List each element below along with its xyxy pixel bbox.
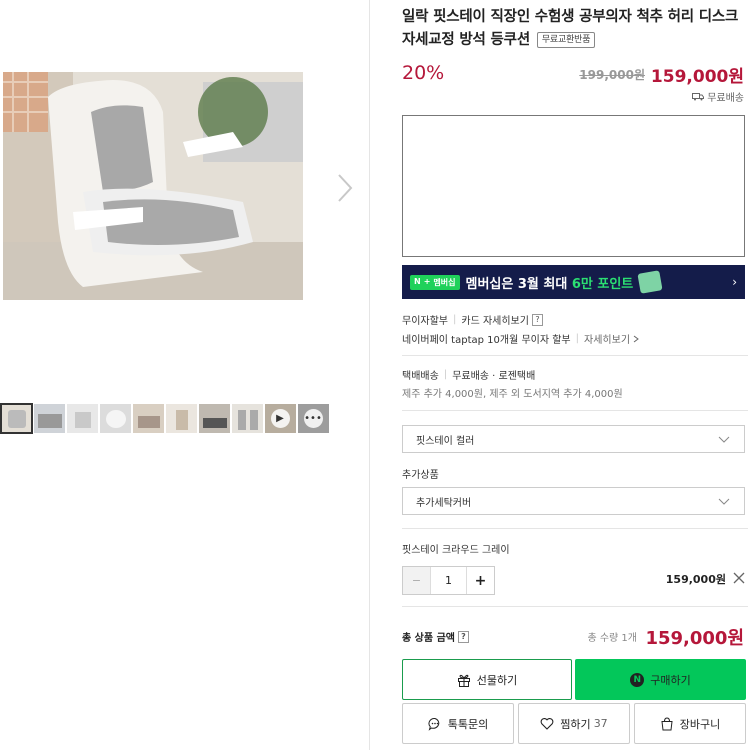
wishlist-button[interactable]: 찜하기 37 <box>518 703 630 744</box>
membership-banner[interactable]: N + 멤버십 멤버십은 3월 최대 6만 포인트 › <box>402 265 745 299</box>
banner-arrow-icon: › <box>732 275 737 289</box>
quantity-stepper: − 1 + <box>402 566 495 595</box>
gift-button[interactable]: 선물하기 <box>402 659 572 700</box>
naver-pay-icon: N <box>630 672 645 687</box>
total-label: 총 상품 금액 ? <box>402 629 469 644</box>
wishlist-count: 37 <box>593 717 608 730</box>
gift-button-label: 선물하기 <box>476 673 518 687</box>
shopping-bag-icon <box>661 716 673 730</box>
color-option-text: 핏스테이 컬러 <box>416 435 475 447</box>
close-icon <box>733 572 745 584</box>
delivery-extra-row: 제주 추가 4,000원, 제주 외 도서지역 추가 4,000원 <box>402 385 623 400</box>
banner-text-prefix: 멤버십은 3월 최대 <box>465 276 572 292</box>
thumbnail-3[interactable] <box>66 403 99 434</box>
play-icon: ▶ <box>270 408 290 428</box>
banner-text: 멤버십은 3월 최대 6만 포인트 <box>466 273 634 292</box>
chevron-right-icon <box>338 174 353 202</box>
addon-option-select[interactable]: 추가세탁커버 <box>402 487 745 515</box>
selected-item-name: 핏스테이 크라우드 그레이 <box>402 545 510 556</box>
thumbnail-video[interactable]: ▶ <box>264 403 297 434</box>
thumbnail-8[interactable] <box>231 403 264 434</box>
thumbnail-4[interactable] <box>99 403 132 434</box>
divider <box>402 355 748 356</box>
delivery-method: 택배배송 <box>402 371 439 382</box>
card-help-icon[interactable]: ? <box>531 313 543 326</box>
chevron-down-icon <box>718 498 730 505</box>
badge-plus: + <box>423 276 431 286</box>
gift-icon <box>457 674 470 687</box>
decrease-quantity-button[interactable]: − <box>403 567 430 594</box>
wishlist-button-label: 찜하기 <box>560 717 591 731</box>
naver-plus-badge: N + 멤버십 <box>410 274 460 290</box>
product-title: 일락 핏스테이 직장인 수험생 공부의자 척추 허리 디스크 자세교정 방석 등… <box>402 6 744 52</box>
item-price: 159,000원 <box>665 573 726 586</box>
thumbnail-strip: ▶ ••• <box>0 403 330 434</box>
total-label-text: 총 상품 금액 <box>402 633 455 644</box>
remove-item-button[interactable] <box>732 570 746 584</box>
thumbnail-1[interactable] <box>0 403 33 434</box>
next-image-button[interactable] <box>334 172 356 204</box>
buy-button-label: 구매하기 <box>650 673 691 687</box>
talk-button-label: 톡톡문의 <box>447 717 489 731</box>
color-option-select[interactable]: 핏스테이 컬러 <box>402 425 745 453</box>
delivery-extra-fee: 제주 추가 4,000원, 제주 외 도서지역 추가 4,000원 <box>402 389 623 400</box>
gift-card-icon <box>637 270 663 294</box>
heart-icon <box>540 717 554 730</box>
total-count: 총 수량 1개 <box>587 633 637 644</box>
product-gallery: ▶ ••• <box>0 0 370 750</box>
free-shipping-text: 무료배송 <box>707 93 744 104</box>
divider <box>402 528 748 529</box>
card-detail-link[interactable]: 카드 자세히보기 <box>461 312 529 327</box>
original-price: 199,000원 <box>579 68 645 82</box>
badge-n: N <box>414 276 421 286</box>
more-icon: ••• <box>303 408 323 428</box>
discount-rate: 20% <box>402 62 445 84</box>
cart-button-label: 장바구니 <box>679 717 721 731</box>
thumbnail-6[interactable] <box>165 403 198 434</box>
buy-button[interactable]: N 구매하기 <box>575 659 746 700</box>
badge-label: 멤버십 <box>433 277 456 287</box>
chevron-down-icon <box>718 436 730 443</box>
divider <box>402 410 748 411</box>
delivery-row: 택배배송 | 무료배송 · 로젠택배 <box>402 369 536 382</box>
total-help-icon[interactable]: ? <box>457 630 469 643</box>
npay-detail-link[interactable]: 자세히보기 <box>584 331 630 346</box>
main-product-image[interactable] <box>3 72 303 300</box>
total-price: 159,000원 <box>645 628 744 649</box>
banner-text-highlight: 6만 포인트 <box>571 276 634 292</box>
thumbnail-2[interactable] <box>33 403 66 434</box>
addon-option-text: 추가세탁커버 <box>416 497 472 509</box>
thumbnail-more[interactable]: ••• <box>297 403 330 434</box>
truck-icon <box>692 93 705 101</box>
divider <box>402 606 748 607</box>
thumbnail-7[interactable] <box>198 403 231 434</box>
installment-label: 무이자할부 <box>402 316 448 327</box>
installment-row: 무이자할부 | 카드 자세히보기 ? <box>402 312 543 327</box>
chat-bubble-icon <box>428 717 439 731</box>
thumbnail-5[interactable] <box>132 403 165 434</box>
empty-content-box <box>402 115 745 257</box>
npay-installment-text: 네이버페이 taptap 10개월 무이자 할부 <box>402 335 571 346</box>
npay-row: 네이버페이 taptap 10개월 무이자 할부 | 자세히보기 <box>402 331 640 346</box>
chevron-right-small-icon <box>633 335 639 342</box>
increase-quantity-button[interactable]: + <box>467 567 494 594</box>
sale-price: 159,000원 <box>650 67 744 87</box>
free-shipping-label: 무료배송 <box>692 89 744 104</box>
quantity-value[interactable]: 1 <box>430 567 467 594</box>
addon-label: 추가상품 <box>402 470 439 481</box>
cart-button[interactable]: 장바구니 <box>634 703 746 744</box>
talktalk-inquiry-button[interactable]: 톡톡문의 <box>402 703 514 744</box>
delivery-fee: 무료배송 · 로젠택배 <box>452 371 536 382</box>
free-return-badge: 무료교환반품 <box>536 32 596 48</box>
